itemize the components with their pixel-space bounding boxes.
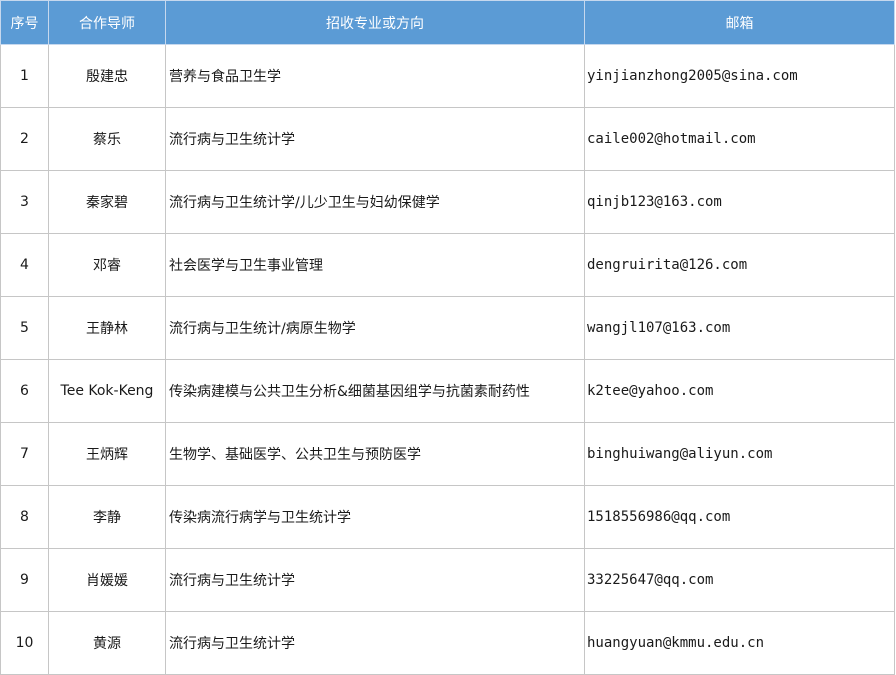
row-number: 8: [0, 485, 49, 549]
email-address: huangyuan@kmmu.edu.cn: [584, 611, 895, 675]
email-address: yinjianzhong2005@sina.com: [584, 44, 895, 108]
advisor-name: 王炳辉: [48, 422, 166, 486]
email-address: caile002@hotmail.com: [584, 107, 895, 171]
row-number: 5: [0, 296, 49, 360]
table-row: 5 王静林 流行病与卫生统计/病原生物学 wangjl107@163.com: [0, 296, 895, 360]
major-direction: 社会医学与卫生事业管理: [165, 233, 585, 297]
row-number: 3: [0, 170, 49, 234]
major-direction: 流行病与卫生统计学/儿少卫生与妇幼保健学: [165, 170, 585, 234]
email-address: wangjl107@163.com: [584, 296, 895, 360]
table-row: 7 王炳辉 生物学、基础医学、公共卫生与预防医学 binghuiwang@ali…: [0, 422, 895, 486]
table-row: 2 蔡乐 流行病与卫生统计学 caile002@hotmail.com: [0, 107, 895, 171]
row-number: 2: [0, 107, 49, 171]
advisor-name: 黄源: [48, 611, 166, 675]
email-address: 33225647@qq.com: [584, 548, 895, 612]
advisor-name: 殷建忠: [48, 44, 166, 108]
advisor-table: 序号 合作导师 招收专业或方向 邮箱 1 殷建忠 营养与食品卫生学 yinjia…: [0, 0, 895, 675]
major-direction: 流行病与卫生统计学: [165, 611, 585, 675]
row-number: 7: [0, 422, 49, 486]
row-number: 9: [0, 548, 49, 612]
row-number: 10: [0, 611, 49, 675]
table-row: 6 Tee Kok-Keng 传染病建模与公共卫生分析&细菌基因组学与抗菌素耐药…: [0, 359, 895, 423]
major-direction: 传染病建模与公共卫生分析&细菌基因组学与抗菌素耐药性: [165, 359, 585, 423]
advisor-name: 肖媛媛: [48, 548, 166, 612]
major-direction: 流行病与卫生统计学: [165, 107, 585, 171]
header-email: 邮箱: [584, 0, 895, 45]
header-major: 招收专业或方向: [165, 0, 585, 45]
table-row: 10 黄源 流行病与卫生统计学 huangyuan@kmmu.edu.cn: [0, 611, 895, 675]
row-number: 1: [0, 44, 49, 108]
advisor-name: Tee Kok-Keng: [48, 359, 166, 423]
email-address: qinjb123@163.com: [584, 170, 895, 234]
row-number: 4: [0, 233, 49, 297]
email-address: k2tee@yahoo.com: [584, 359, 895, 423]
table-row: 4 邓睿 社会医学与卫生事业管理 dengruirita@126.com: [0, 233, 895, 297]
email-address: binghuiwang@aliyun.com: [584, 422, 895, 486]
advisor-name: 秦家碧: [48, 170, 166, 234]
table-row: 1 殷建忠 营养与食品卫生学 yinjianzhong2005@sina.com: [0, 44, 895, 108]
table-row: 9 肖媛媛 流行病与卫生统计学 33225647@qq.com: [0, 548, 895, 612]
advisor-name: 李静: [48, 485, 166, 549]
row-number: 6: [0, 359, 49, 423]
advisor-name: 邓睿: [48, 233, 166, 297]
email-address: dengruirita@126.com: [584, 233, 895, 297]
major-direction: 流行病与卫生统计/病原生物学: [165, 296, 585, 360]
header-no: 序号: [0, 0, 49, 45]
advisor-name: 蔡乐: [48, 107, 166, 171]
major-direction: 流行病与卫生统计学: [165, 548, 585, 612]
email-address: 1518556986@qq.com: [584, 485, 895, 549]
table-row: 8 李静 传染病流行病学与卫生统计学 1518556986@qq.com: [0, 485, 895, 549]
header-advisor: 合作导师: [48, 0, 166, 45]
major-direction: 营养与食品卫生学: [165, 44, 585, 108]
major-direction: 传染病流行病学与卫生统计学: [165, 485, 585, 549]
table-row: 3 秦家碧 流行病与卫生统计学/儿少卫生与妇幼保健学 qinjb123@163.…: [0, 170, 895, 234]
major-direction: 生物学、基础医学、公共卫生与预防医学: [165, 422, 585, 486]
advisor-name: 王静林: [48, 296, 166, 360]
table-header-row: 序号 合作导师 招收专业或方向 邮箱: [0, 0, 895, 45]
